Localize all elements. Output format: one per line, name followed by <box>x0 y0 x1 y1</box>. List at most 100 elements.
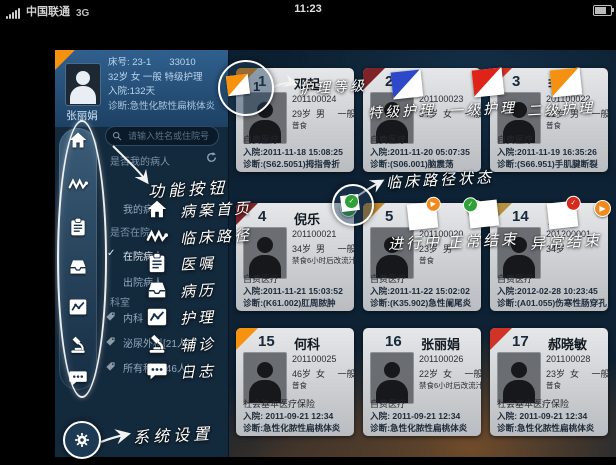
card-demographics: 34岁 女 一般 <box>419 107 483 120</box>
settings-gear-icon[interactable] <box>72 430 88 446</box>
card-admit-time: 入院:2011-11-19 16:35:26 <box>497 146 597 158</box>
card-patient-id: 201100022 <box>546 94 590 104</box>
clock: 11:23 <box>0 3 616 15</box>
tag-icon <box>105 309 116 320</box>
current-patient-panel[interactable]: 张丽娟 床号: 23-1 33010 32岁 女 一般 特级护理 入院:132天… <box>55 50 228 127</box>
nursing-grade-corner <box>363 68 385 90</box>
card-patient-id: 201100028 <box>546 354 590 364</box>
card-admit-time: 入院: 2011-09-21 12:34 <box>243 410 333 422</box>
patient-card[interactable]: 2 201100023 34岁 女 一般 自费医疗 入院:2011-11-20 … <box>363 68 481 172</box>
card-demographics: 22岁 女 一般 <box>419 367 483 380</box>
patient-card[interactable]: 16 张丽娟 201100026 22岁 女 一般 禁食6小时后改流汁 自费医疗… <box>363 328 481 436</box>
card-number: 15 <box>258 333 275 350</box>
card-number: 14 <box>512 208 529 225</box>
patient-card[interactable]: 1 邓起 201100024 29岁 男 一般 普食 自费医疗 入院:2011-… <box>236 68 354 172</box>
card-diagnosis: 诊断:(S06.001)脑震荡 <box>370 158 454 170</box>
nursing-grade-corner <box>490 68 512 90</box>
card-patient-id: 201100024 <box>292 94 336 104</box>
card-payment: 自费医疗 <box>497 133 533 146</box>
tag-icon <box>105 334 116 345</box>
card-patient-id: 201100026 <box>419 354 463 364</box>
card-patient-id: 201100020 <box>419 229 463 239</box>
records-icon[interactable] <box>68 257 88 277</box>
card-payment: 自费医疗 <box>370 272 406 285</box>
filter-item-internal-medicine[interactable]: 内科 <box>123 310 143 325</box>
card-diet: 普食 <box>419 255 434 266</box>
card-patient-name: 郝晓敏 <box>548 334 587 353</box>
path-status-badge: ✓ <box>467 200 484 217</box>
filter-item-my-patients[interactable]: 我的病人 <box>123 201 163 216</box>
card-diet: 禁食6小时后改流汁 <box>292 255 356 266</box>
card-admit-time: 入院: 2011-09-21 12:34 <box>370 410 460 422</box>
tag-icon <box>105 359 116 370</box>
card-diagnosis: 诊断:急性化脓性扁桃体炎 <box>243 422 340 434</box>
card-patient-name: 亮 <box>421 209 434 228</box>
left-panel: 张丽娟 床号: 23-1 33010 32岁 女 一般 特级护理 入院:132天… <box>55 50 229 457</box>
card-patient-name: 邓起 <box>294 74 320 93</box>
card-diagnosis: 诊断:急性化脓性扁桃体炎 <box>497 422 594 434</box>
card-patient-id: 201200001 <box>546 229 591 239</box>
refresh-icon[interactable] <box>205 151 218 164</box>
card-admit-time: 入院: 2011-09-21 12:34 <box>497 410 587 422</box>
card-diagnosis: 诊断:(S62.5051)拇指骨折 <box>243 158 340 170</box>
patient-card[interactable]: 17 郝晓敏 201100028 23岁 女 一般 普食 社会基本医疗保险 入院… <box>490 328 608 436</box>
card-diet: 普食 <box>292 120 307 131</box>
card-patient-name: 何科 <box>294 334 320 353</box>
log-icon[interactable] <box>68 368 88 388</box>
card-number: 17 <box>512 333 529 350</box>
path-icon[interactable] <box>68 174 88 194</box>
card-payment: 社会基本医疗保险 <box>497 397 569 410</box>
orders-icon[interactable] <box>68 217 88 237</box>
nursing-grade-corner <box>236 203 258 225</box>
card-number: 2 <box>385 73 393 90</box>
filter-item-all-departments[interactable]: 所有科室[46人] <box>123 360 190 375</box>
card-patient-id: 201100025 <box>292 354 336 364</box>
filter-item-in-hospital[interactable]: 在院病人 <box>123 248 163 263</box>
card-demographics: 29岁 男 一般 <box>292 107 356 120</box>
search-box[interactable] <box>105 126 219 146</box>
labs-icon[interactable] <box>68 335 88 355</box>
patient-card[interactable]: 4 倪乐 ✓ 201100021 34岁 男 一般 禁食6小时后改流汁 自费医疗… <box>236 203 354 311</box>
search-icon <box>112 131 122 141</box>
card-diet: 普食 <box>546 380 561 391</box>
card-patient-name: 倪乐 <box>294 209 320 228</box>
card-demographics: 21岁 男 一般 <box>546 107 610 120</box>
filter-item-urology[interactable]: 泌尿外科[21人] <box>123 335 190 350</box>
nursing-grade-corner <box>236 328 258 350</box>
card-payment: 自费医疗 <box>370 397 406 410</box>
card-demographics: 34岁 <box>546 242 565 255</box>
card-diet: 普食 <box>292 380 307 391</box>
card-payment: 自费医疗 <box>497 272 533 285</box>
app-window: 张丽娟 床号: 23-1 33010 32岁 女 一般 特级护理 入院:132天… <box>55 50 616 457</box>
card-number: 3 <box>512 73 520 90</box>
nursing-grade-corner <box>490 203 512 225</box>
patient-card[interactable]: 15 何科 201100025 46岁 女 一般 普食 社会基本医疗保险 入院:… <box>236 328 354 436</box>
card-admit-time: 入院:2012-02-28 10:23:45 <box>497 285 598 297</box>
patient-card[interactable]: 5 亮 ✓ 201100020 23岁 男 普食 自费医疗 入院:2011-11… <box>363 203 481 311</box>
nursing-grade-corner <box>363 203 385 225</box>
card-admit-time: 入院:2011-11-21 15:03:52 <box>243 285 343 297</box>
card-demographics: 34岁 男 一般 <box>292 242 356 255</box>
patient-card[interactable]: 14 测试 ▶ 201200001 34岁 自费医疗 入院:2012-02-28… <box>490 203 608 311</box>
card-demographics: 46岁 女 一般 <box>292 367 356 380</box>
status-bar: 中国联通 3G 11:23 <box>0 0 616 20</box>
home-icon[interactable] <box>68 130 88 150</box>
card-diet: 普食 <box>546 120 561 131</box>
card-admit-time: 入院:2011-11-22 15:02:02 <box>370 285 470 297</box>
filter-group-dept: 科室 <box>110 294 130 309</box>
nursing-grade-corner <box>236 68 258 90</box>
check-icon: ✓ <box>107 248 115 259</box>
path-status-badge: ▶ <box>594 200 611 217</box>
card-admit-time: 入院:2011-11-20 05:07:35 <box>370 146 470 158</box>
card-number: 16 <box>385 333 402 350</box>
patient-card[interactable]: 3 李德 201100022 21岁 男 一般 普食 自费医疗 入院:2011-… <box>490 68 608 172</box>
nursing-icon[interactable] <box>68 297 88 317</box>
card-payment: 自费医疗 <box>370 133 406 146</box>
filter-item-discharged[interactable]: 出院病人 <box>123 274 163 289</box>
card-patient-name: 张丽娟 <box>421 334 460 353</box>
patient-record-no: 33010 <box>169 56 195 71</box>
card-demographics: 23岁 男 <box>419 242 452 255</box>
patient-avatar <box>65 63 101 106</box>
search-input[interactable] <box>126 130 220 142</box>
card-demographics: 23岁 女 一般 <box>546 367 610 380</box>
